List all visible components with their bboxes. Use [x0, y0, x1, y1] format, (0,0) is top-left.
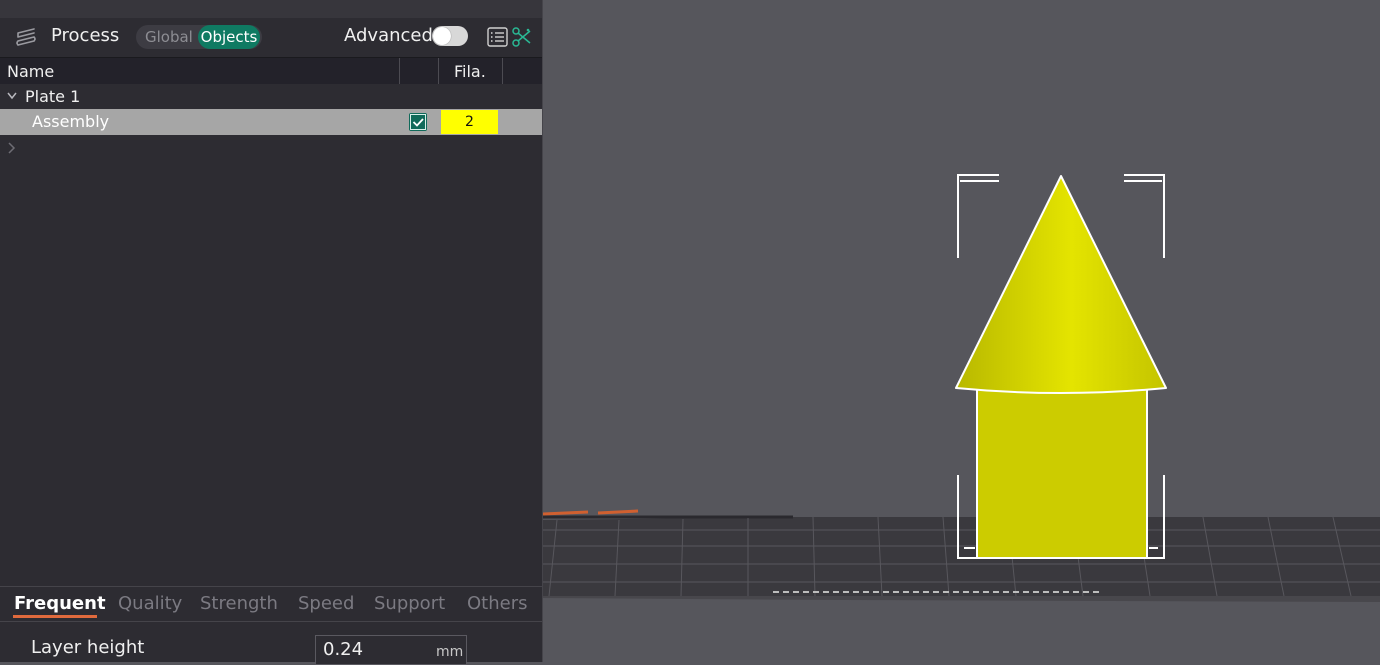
tab-frequent[interactable]: Frequent: [14, 593, 106, 614]
scissors-icon[interactable]: [512, 27, 532, 47]
build-plate: [543, 509, 1380, 602]
process-title: Process: [51, 25, 120, 46]
column-divider: [399, 58, 400, 85]
mode-global-button[interactable]: Global: [145, 28, 193, 46]
plate-label: Plate 1: [25, 87, 81, 106]
layer-height-unit: mm: [436, 644, 464, 660]
layer-height-label: Layer height: [31, 637, 145, 658]
list-icon[interactable]: [487, 27, 508, 47]
chevron-down-icon[interactable]: [7, 92, 17, 100]
tab-others[interactable]: Others: [467, 593, 528, 614]
settings-tabs: Frequent Quality Strength Speed Support …: [0, 586, 542, 622]
object-name: Assembly: [32, 112, 110, 131]
top-strip: [0, 0, 542, 18]
mode-switch: Global Objects: [136, 25, 262, 49]
layer-height-input[interactable]: 0.24 mm: [315, 635, 467, 665]
3d-viewport[interactable]: [543, 0, 1380, 662]
column-header-filament[interactable]: Fila.: [454, 62, 486, 81]
left-panel: Process Global Objects Advanced Name Fil…: [0, 0, 543, 665]
model-assembly[interactable]: [955, 175, 1167, 559]
layers-icon: [16, 28, 36, 46]
active-tab-underline: [13, 615, 97, 618]
tab-strength[interactable]: Strength: [200, 593, 278, 614]
scene-canvas: [543, 174, 1380, 602]
object-table-header: Name Fila.: [0, 57, 542, 86]
checkmark-icon: [410, 114, 426, 130]
toggle-knob: [433, 27, 451, 45]
advanced-toggle[interactable]: [432, 26, 468, 46]
tree-row-plate[interactable]: Plate 1: [0, 84, 542, 110]
column-divider: [502, 58, 503, 85]
process-header: Process Global Objects Advanced: [0, 18, 542, 56]
column-header-name[interactable]: Name: [7, 62, 54, 81]
object-checkbox[interactable]: [409, 113, 427, 131]
tab-quality[interactable]: Quality: [118, 593, 182, 614]
column-divider: [438, 58, 439, 85]
chevron-right-icon[interactable]: [8, 142, 16, 154]
tab-speed[interactable]: Speed: [298, 593, 354, 614]
tree-row-assembly[interactable]: Assembly 2: [0, 109, 542, 135]
mode-objects-button[interactable]: Objects: [198, 25, 260, 49]
layer-height-value: 0.24: [323, 639, 364, 660]
advanced-label: Advanced: [344, 25, 433, 46]
filament-cell[interactable]: 2: [441, 110, 498, 134]
tab-support[interactable]: Support: [374, 593, 445, 614]
